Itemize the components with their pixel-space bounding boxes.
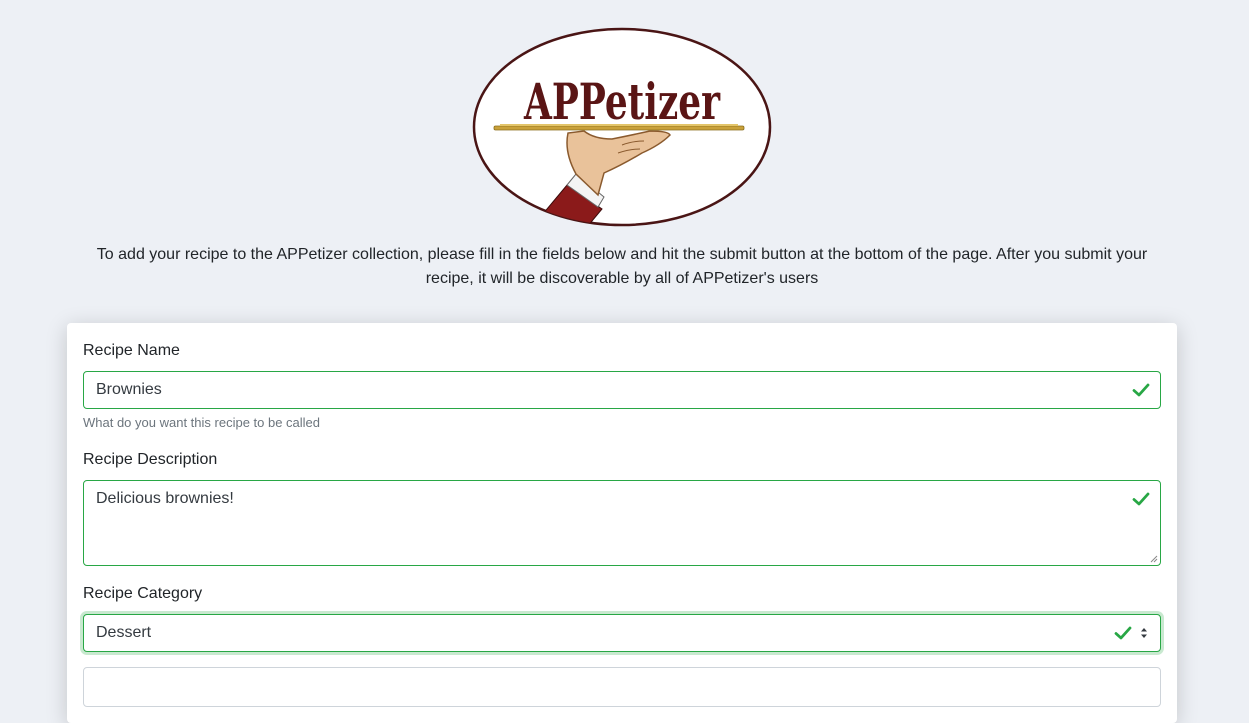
recipe-category-select[interactable]: Dessert [83,614,1161,652]
recipe-name-input[interactable]: Brownies [83,371,1161,409]
recipe-description-label: Recipe Description [83,451,218,468]
recipe-category-value: Dessert [96,624,152,641]
recipe-name-value: Brownies [96,381,162,398]
checkmark-icon [1132,383,1150,397]
updown-caret-icon [1141,628,1147,638]
logo-graphic: APPetizer [472,27,772,227]
recipe-description-value: Delicious brownies! [96,490,234,507]
recipe-name-label: Recipe Name [83,342,180,359]
resize-handle-icon[interactable] [1150,555,1158,563]
logo-text: APPetizer [523,72,720,131]
intro-text: To add your recipe to the APPetizer coll… [96,246,1148,287]
recipe-description-textarea[interactable]: Delicious brownies! [83,480,1161,566]
recipe-name-help: What do you want this recipe to be calle… [83,415,321,430]
checkmark-icon [1132,492,1150,506]
next-field[interactable] [83,667,1161,707]
checkmark-icon [1114,626,1132,640]
recipe-category-label: Recipe Category [83,585,203,602]
appetizer-logo: APPetizer [472,27,772,227]
recipe-form-card: Recipe Name Brownies What do you want th… [67,323,1177,723]
